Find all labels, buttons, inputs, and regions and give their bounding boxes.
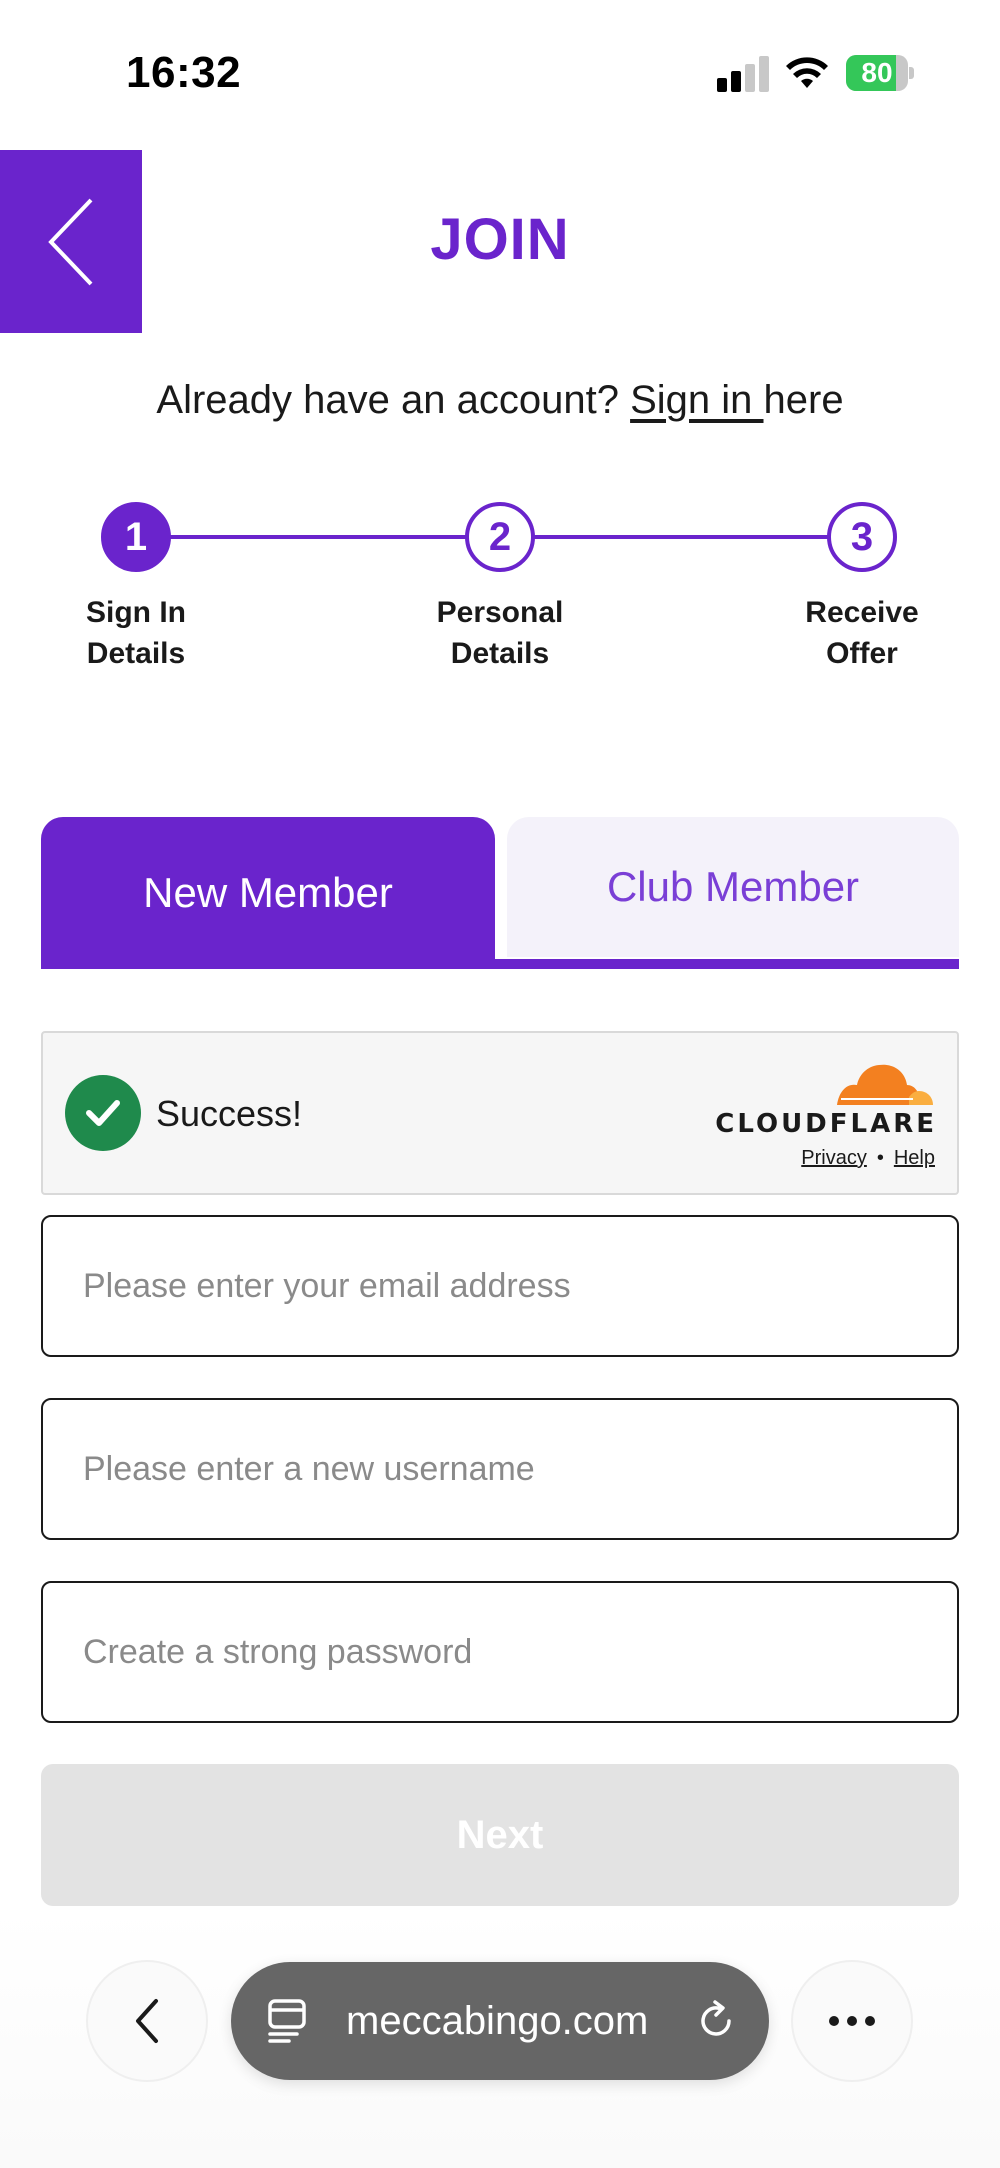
cloudflare-captcha-widget: Success! CLOUDFLARE Privacy • Help [41,1031,959,1195]
email-field[interactable] [41,1215,959,1357]
step-3-indicator: 3 [827,502,897,572]
tab-new-member[interactable]: New Member [41,817,495,969]
signin-prompt: Already have an account? Sign in here [0,378,1000,423]
tab-underline [41,959,959,969]
captcha-links: Privacy • Help [801,1147,935,1170]
tab-club-member[interactable]: Club Member [507,817,959,957]
step-3-label-line2: Offer [826,637,898,670]
password-field[interactable] [41,1581,959,1723]
captcha-status: Success! [156,1093,303,1134]
browser-back-button[interactable] [86,1960,208,2082]
step-1-label-line1: Sign In [86,596,186,629]
signin-prefix: Already have an account? [156,378,631,422]
privacy-link[interactable]: Privacy [801,1147,867,1169]
help-link[interactable]: Help [894,1147,935,1169]
step-2-label: Personal Details [400,592,600,674]
step-1-indicator: 1 [101,502,171,572]
cloudflare-cloud-icon [837,1064,933,1105]
step-3-label: Receive Offer [762,592,962,674]
signal-icon [717,56,771,92]
battery-level: 80 [861,57,893,88]
checkmark-icon [65,1075,141,1151]
step-2-label-line1: Personal [436,596,564,629]
status-time: 16:32 [126,48,242,97]
step-1-label: Sign In Details [36,592,236,674]
url-text: meccabingo.com [346,1999,649,2043]
page-title: JOIN [430,207,570,272]
link-separator: • [876,1147,884,1169]
cloudflare-logo: CLOUDFLARE [715,1109,937,1139]
sign-in-link[interactable]: Sign in [630,378,763,422]
chevron-left-icon [136,1999,158,2043]
step-2-indicator: 2 [465,502,535,572]
step-3-label-line1: Receive [805,596,919,629]
more-icon [829,2016,875,2026]
next-button[interactable]: Next [41,1764,959,1906]
tabs-icon [268,1999,306,2043]
username-field[interactable] [41,1398,959,1540]
address-bar[interactable]: meccabingo.com [231,1962,769,2080]
reload-icon[interactable] [695,2000,737,2042]
step-1-label-line2: Details [86,637,186,670]
step-2-label-line2: Details [450,637,550,670]
signin-suffix: here [763,378,844,422]
wifi-icon [786,57,828,88]
step-connector [534,535,830,539]
more-button[interactable] [791,1960,913,2082]
step-connector [170,535,466,539]
battery-icon: 80 [846,55,914,91]
